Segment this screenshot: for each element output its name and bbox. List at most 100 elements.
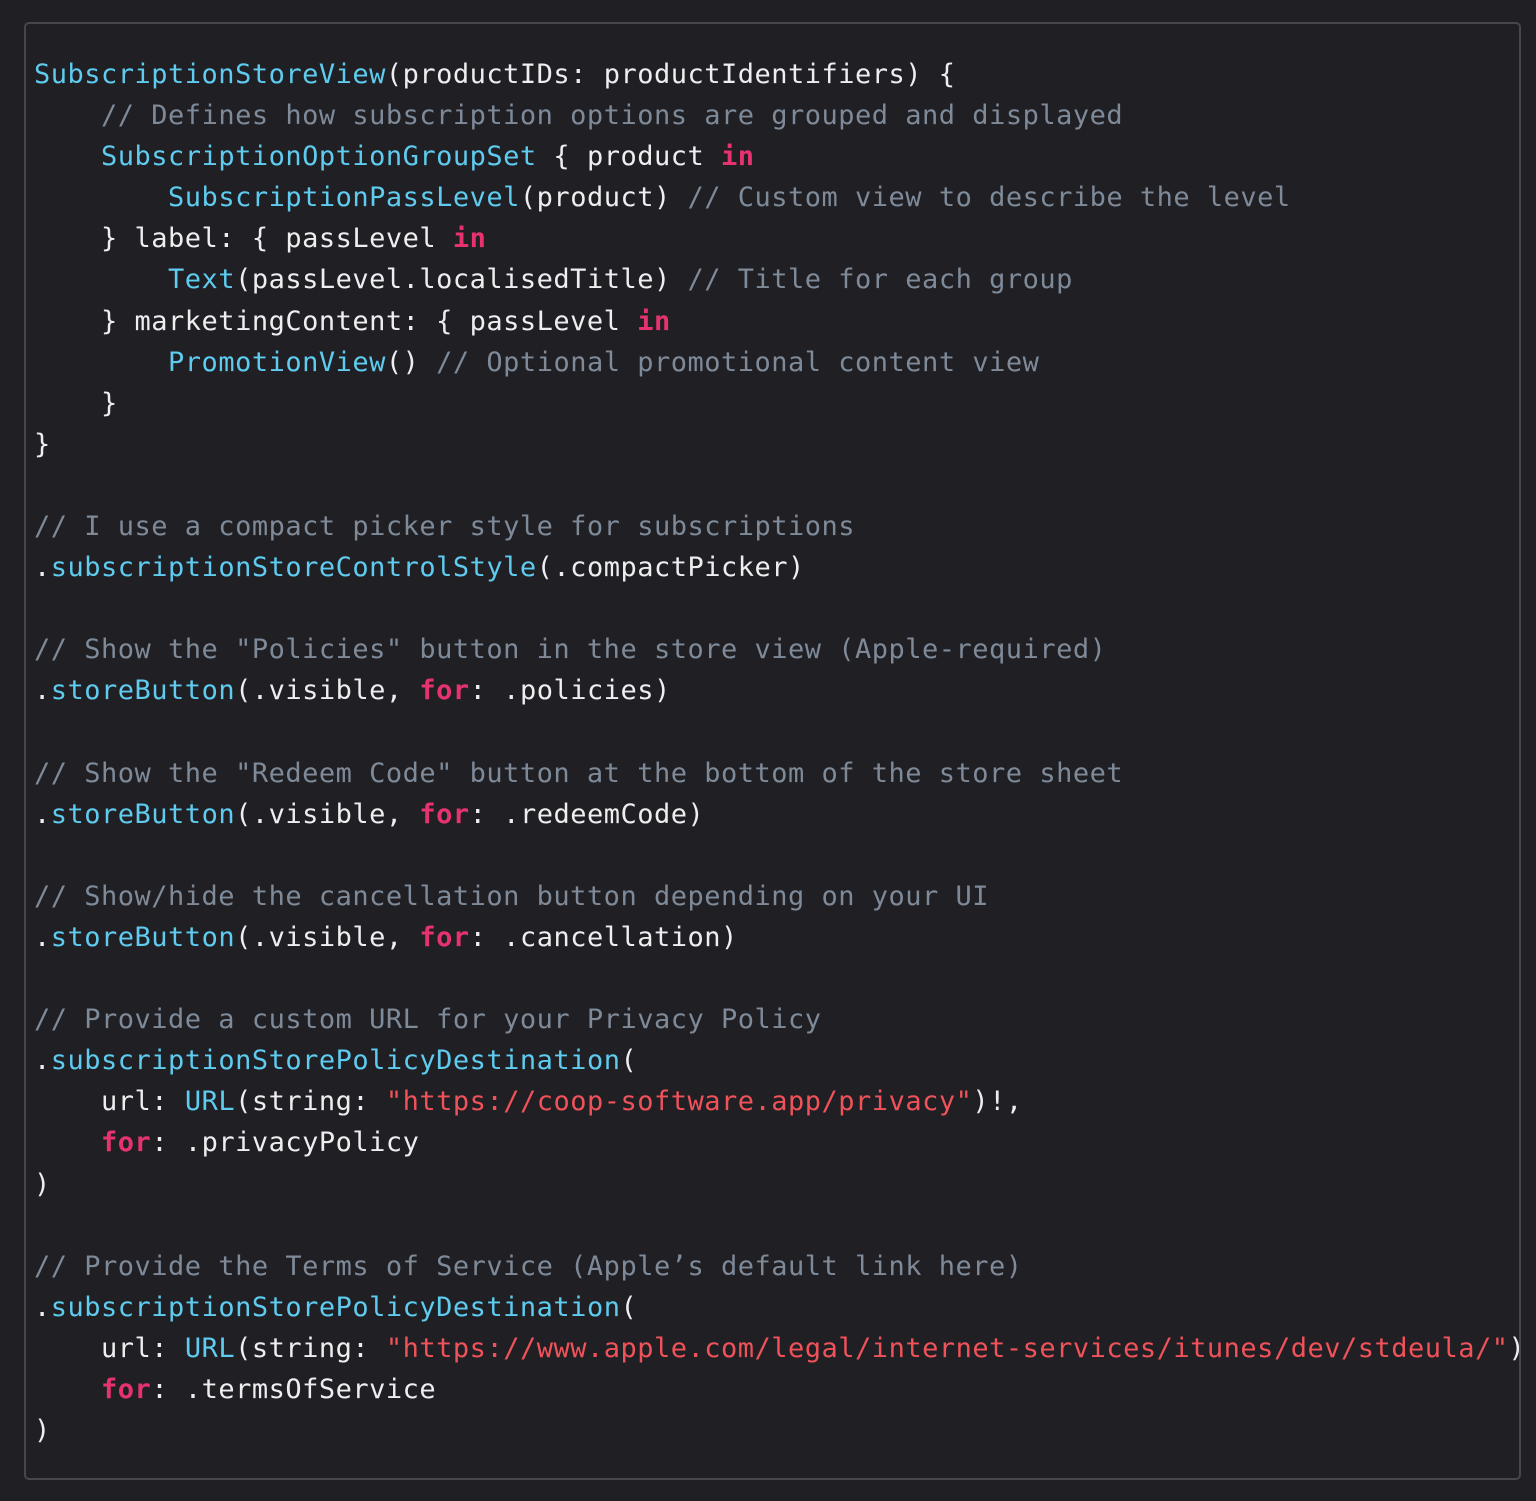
code-content[interactable]: SubscriptionStoreView(productIDs: produc… <box>34 54 1519 1451</box>
code-line: } marketingContent: { passLevel in <box>34 301 1519 342</box>
code-line: // Defines how subscription options are … <box>34 95 1519 136</box>
code-token-type: PromotionView <box>168 346 386 378</box>
code-token-type: storeButton <box>50 798 236 830</box>
code-token-comment: // Title for each group <box>687 264 1073 296</box>
code-token-plain: (.visible, <box>235 675 420 707</box>
code-token-type: SubscriptionPassLevel <box>168 182 520 214</box>
code-token-plain: (productIDs: productIdentifiers) { <box>385 59 956 90</box>
code-token-plain: (.visible, <box>235 798 420 830</box>
code-line: .storeButton(.visible, for: .redeemCode) <box>34 794 1519 835</box>
code-token-plain: ( <box>620 1291 638 1323</box>
code-token-kw: for <box>419 675 470 707</box>
code-token-plain: (string: <box>235 1332 386 1364</box>
code-token-plain: : .termsOfService <box>151 1374 437 1405</box>
code-token-plain: (string: <box>235 1086 386 1118</box>
code-token-plain: : .redeemCode) <box>469 798 705 830</box>
code-line: SubscriptionOptionGroupSet { product in <box>34 136 1519 177</box>
code-line: PromotionView() // Optional promotional … <box>34 342 1519 383</box>
code-token-str: "https://coop-software.app/privacy" <box>385 1086 973 1118</box>
code-line: SubscriptionStoreView(productIDs: produc… <box>34 54 1519 95</box>
code-token-plain: ( <box>620 1045 638 1077</box>
code-token-kw: in <box>452 223 487 255</box>
code-token-kw: for <box>101 1374 152 1405</box>
code-token-plain: url: <box>34 1332 185 1364</box>
code-token-plain: : .privacyPolicy <box>151 1127 420 1159</box>
code-token-plain: )! <box>1509 1333 1519 1364</box>
code-line: // Provide the Terms of Service (Apple’s… <box>34 1246 1519 1287</box>
code-token-type: subscriptionStorePolicyDestination <box>50 1045 621 1077</box>
code-line: // Provide a custom URL for your Privacy… <box>34 999 1519 1040</box>
code-line: .subscriptionStorePolicyDestination( <box>34 1287 1519 1328</box>
code-token-plain: (product) <box>519 182 688 214</box>
code-token-comment: // I use a compact picker style for subs… <box>34 511 856 543</box>
code-token-comment: // Optional promotional content view <box>436 346 1040 378</box>
code-token-plain: (.visible, <box>235 921 420 953</box>
code-token-plain: )!, <box>972 1086 1023 1118</box>
code-token-type: URL <box>184 1332 236 1364</box>
code-token-plain: ) <box>34 1415 51 1447</box>
code-token-type: subscriptionStoreControlStyle <box>50 552 537 584</box>
code-line: .subscriptionStorePolicyDestination( <box>34 1040 1519 1081</box>
code-token-plain: ) <box>34 1168 51 1200</box>
code-token-kw: for <box>101 1127 152 1159</box>
code-token-plain: () <box>385 346 437 378</box>
code-line: } <box>34 383 1519 424</box>
code-token-comment: // Show the "Redeem Code" button at the … <box>34 757 1124 789</box>
code-line: url: URL(string: "https://www.apple.com/… <box>34 1328 1519 1369</box>
code-line: .storeButton(.visible, for: .policies) <box>34 670 1519 711</box>
code-line: // Show the "Redeem Code" button at the … <box>34 753 1519 794</box>
code-token-type: storeButton <box>50 675 236 707</box>
code-token-type: SubscriptionOptionGroupSet <box>101 141 537 173</box>
code-token-plain: (.compactPicker) <box>536 552 805 584</box>
code-token-type: SubscriptionStoreView <box>34 59 386 90</box>
code-token-plain: } marketingContent: { passLevel <box>34 305 638 337</box>
code-line: } <box>34 424 1519 465</box>
code-token-kw: for <box>419 798 470 830</box>
code-token-comment: // Provide the Terms of Service (Apple’s… <box>34 1250 1023 1282</box>
code-token-kw: in <box>720 141 755 173</box>
code-token-plain: . <box>34 798 51 830</box>
code-token-plain: (passLevel.localisedTitle) <box>235 264 688 296</box>
code-line: url: URL(string: "https://coop-software.… <box>34 1081 1519 1122</box>
code-line: ) <box>34 1410 1519 1451</box>
code-token-comment: // Provide a custom URL for your Privacy… <box>34 1004 822 1036</box>
code-token-plain: : .cancellation) <box>469 921 738 953</box>
code-line: ) <box>34 1164 1519 1205</box>
code-token-comment: // Custom view to describe the level <box>687 182 1291 214</box>
code-token-type: storeButton <box>50 921 236 953</box>
code-token-plain: } <box>34 428 51 460</box>
code-token-plain: { product <box>536 141 721 173</box>
code-token-plain: } label: { passLevel <box>34 223 453 255</box>
code-token-plain: url: <box>34 1086 185 1118</box>
code-token-plain: } <box>34 387 118 419</box>
code-line: // Show/hide the cancellation button dep… <box>34 876 1519 917</box>
code-token-plain: : .policies) <box>469 675 671 707</box>
code-token-plain: . <box>34 1045 51 1077</box>
code-token-comment: // Show/hide the cancellation button dep… <box>34 880 990 912</box>
code-line: for: .privacyPolicy <box>34 1122 1519 1163</box>
code-token-type: subscriptionStorePolicyDestination <box>50 1291 621 1323</box>
code-token-plain: . <box>34 552 51 584</box>
code-line: // I use a compact picker style for subs… <box>34 506 1519 547</box>
code-token-plain: . <box>34 675 51 707</box>
code-line: // Show the "Policies" button in the sto… <box>34 629 1519 670</box>
code-token-kw: in <box>637 305 671 337</box>
code-token-str: "https://www.apple.com/legal/internet-se… <box>385 1332 1509 1364</box>
code-token-plain: . <box>34 921 51 953</box>
code-token-type: URL <box>184 1086 236 1118</box>
code-line: Text(passLevel.localisedTitle) // Title … <box>34 259 1519 300</box>
code-block: SubscriptionStoreView(productIDs: produc… <box>24 22 1521 1480</box>
code-line: .subscriptionStoreControlStyle(.compactP… <box>34 547 1519 588</box>
